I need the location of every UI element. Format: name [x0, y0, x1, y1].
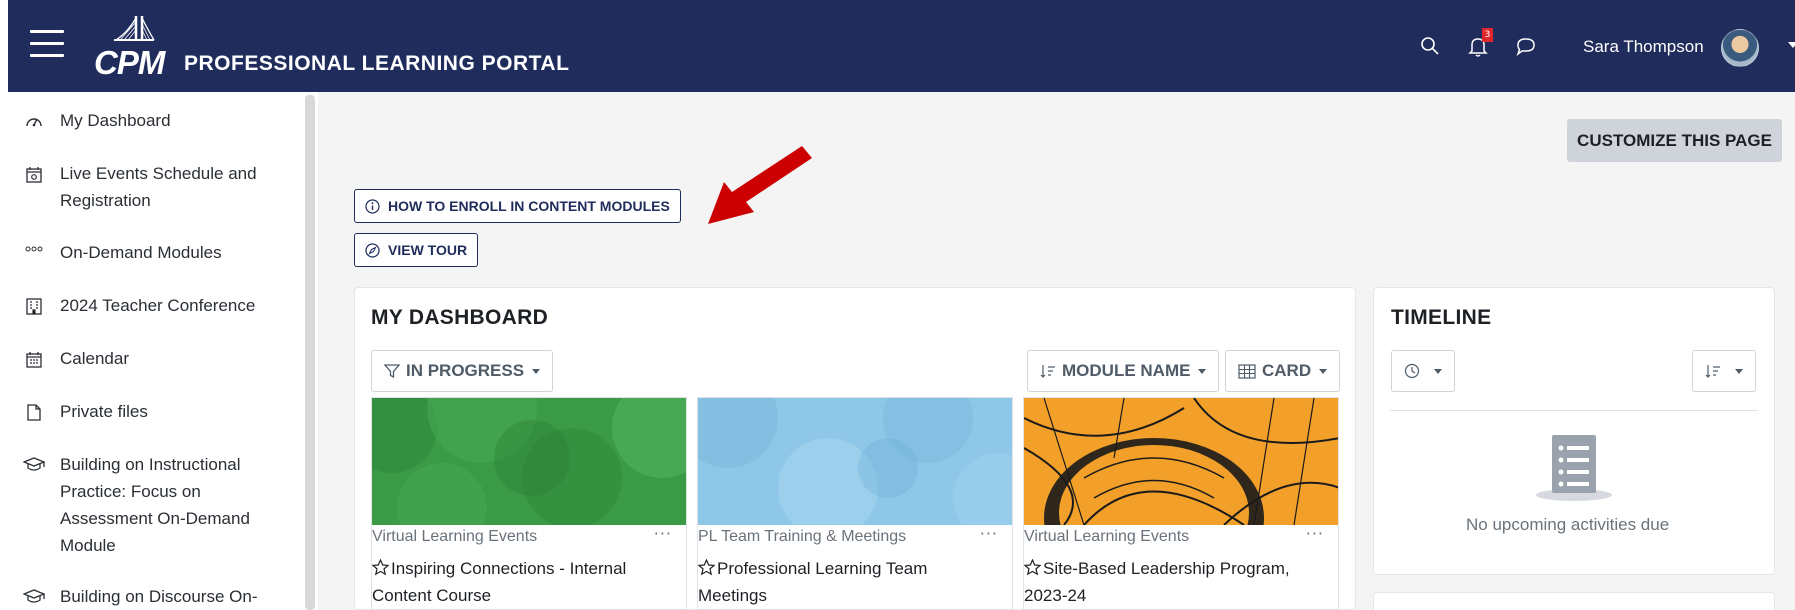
timeline-divider — [1390, 410, 1758, 411]
sort-label: MODULE NAME — [1062, 361, 1191, 380]
sidebar-item-discourse-module[interactable]: Building on Discourse On- — [22, 583, 270, 610]
notification-bell-icon[interactable]: 3 — [1468, 28, 1493, 62]
customize-page-button[interactable]: CUSTOMIZE THIS PAGE — [1567, 119, 1782, 162]
calendar-icon — [22, 351, 46, 368]
gauge-icon — [22, 113, 46, 129]
my-dashboard-title: MY DASHBOARD — [371, 306, 549, 329]
chevron-down-icon — [1319, 368, 1328, 374]
sidebar-item-label: Live Events Schedule and Registration — [60, 164, 257, 210]
course-image — [372, 398, 686, 525]
sort-dropdown[interactable]: MODULE NAME — [1027, 350, 1220, 392]
top-navbar: CPM PROFESSIONAL LEARNING PORTAL 3 Sara … — [8, 0, 1795, 92]
progress-filter-dropdown[interactable]: IN PROGRESS — [371, 350, 554, 392]
course-more-icon[interactable]: ··· — [1306, 524, 1324, 543]
timeline-day-filter-dropdown[interactable] — [1391, 350, 1455, 392]
sidebar-item-label: Building on Instructional Practice: Focu… — [60, 455, 250, 555]
star-icon[interactable] — [698, 559, 715, 576]
filter-label: IN PROGRESS — [406, 361, 525, 380]
sidebar-scrollbar[interactable] — [305, 95, 315, 610]
graduation-cap-icon — [22, 457, 46, 472]
clock-icon — [1404, 363, 1420, 379]
portal-title: PROFESSIONAL LEARNING PORTAL — [184, 52, 570, 75]
cpm-logo[interactable]: CPM — [94, 14, 174, 81]
view-tour-label: VIEW TOUR — [388, 242, 468, 258]
user-name[interactable]: Sara Thompson — [1583, 37, 1704, 57]
sort-icon — [1040, 364, 1056, 378]
sidebar-item-teacher-conference[interactable]: 2024 Teacher Conference — [22, 292, 270, 319]
hamburger-line — [30, 54, 64, 57]
course-image — [1024, 398, 1338, 525]
sidebar-item-label: Private files — [60, 402, 148, 421]
sidebar-item-assessment-module[interactable]: Building on Instructional Practice: Focu… — [22, 451, 270, 559]
star-icon[interactable] — [372, 559, 389, 576]
course-title-link[interactable]: Inspiring Connections - Internal Content… — [372, 555, 672, 609]
course-title-link[interactable]: Site-Based Leadership Program, 2023-24 — [1024, 555, 1324, 609]
course-card[interactable]: Virtual Learning Events ··· Inspiring Co… — [371, 397, 687, 610]
timeline-sort-dropdown[interactable] — [1692, 350, 1756, 392]
star-icon[interactable] — [1024, 559, 1041, 576]
course-title: Inspiring Connections - Internal Content… — [372, 559, 627, 605]
notification-count-badge: 3 — [1482, 28, 1493, 42]
course-category: Virtual Learning Events — [372, 528, 538, 545]
grid-icon — [1238, 363, 1256, 379]
building-icon — [22, 298, 46, 315]
logo-text: CPM — [94, 44, 165, 81]
chevron-down-icon — [1434, 368, 1442, 374]
chevron-down-icon — [532, 368, 541, 374]
sidebar-item-private-files[interactable]: Private files — [22, 398, 270, 425]
course-more-icon[interactable]: ··· — [654, 524, 672, 543]
compass-icon — [365, 242, 380, 258]
empty-list-icon — [1536, 435, 1612, 501]
timeline-title: TIMELINE — [1391, 306, 1492, 329]
filter-icon — [384, 363, 400, 379]
how-to-enroll-label: HOW TO ENROLL IN CONTENT MODULES — [388, 198, 670, 214]
next-block-panel — [1373, 592, 1775, 610]
course-title: Site-Based Leadership Program, 2023-24 — [1024, 559, 1290, 605]
sidebar-item-my-dashboard[interactable]: My Dashboard — [22, 107, 270, 134]
view-label: CARD — [1262, 361, 1312, 380]
how-to-enroll-button[interactable]: HOW TO ENROLL IN CONTENT MODULES — [354, 189, 681, 223]
sidebar-item-label: Calendar — [60, 349, 129, 368]
calendar-gear-icon — [22, 166, 46, 183]
graduation-cap-icon — [22, 589, 46, 604]
bridge-icon — [114, 16, 155, 41]
course-category: PL Team Training & Meetings — [698, 528, 907, 545]
course-more-icon[interactable]: ··· — [980, 524, 998, 543]
course-title-link[interactable]: Professional Learning Team Meetings — [698, 555, 998, 609]
messages-icon[interactable] — [1516, 36, 1536, 60]
chevron-down-icon — [1198, 368, 1207, 374]
course-category: Virtual Learning Events — [1024, 528, 1190, 545]
info-icon — [365, 198, 380, 214]
sidebar-item-calendar[interactable]: Calendar — [22, 345, 270, 372]
sidebar-item-live-events[interactable]: Live Events Schedule and Registration — [22, 160, 270, 214]
sort-icon — [1705, 364, 1721, 378]
view-tour-button[interactable]: VIEW TOUR — [354, 233, 479, 267]
course-card[interactable]: PL Team Training & Meetings ··· Professi… — [697, 397, 1013, 610]
file-icon — [22, 404, 46, 421]
view-mode-dropdown[interactable]: CARD — [1225, 350, 1341, 392]
user-menu-caret-icon[interactable] — [1788, 42, 1795, 48]
menu-toggle-button[interactable] — [30, 30, 64, 60]
sidebar-item-label: On-Demand Modules — [60, 243, 222, 262]
course-title: Professional Learning Team Meetings — [698, 559, 928, 605]
course-image — [698, 398, 1012, 525]
avatar[interactable] — [1721, 29, 1759, 67]
sidebar-item-label: My Dashboard — [60, 111, 171, 130]
hamburger-line — [30, 42, 64, 45]
sidebar-item-label: 2024 Teacher Conference — [60, 296, 256, 315]
timeline-empty-message: No upcoming activities due — [1466, 515, 1670, 534]
search-icon[interactable] — [1420, 36, 1440, 60]
sidebar-item-on-demand-modules[interactable]: On-Demand Modules — [22, 239, 270, 266]
chevron-down-icon — [1735, 368, 1743, 374]
red-arrow-annotation — [708, 146, 812, 224]
course-card[interactable]: Virtual Learning Events ··· Site-Based L… — [1023, 397, 1339, 610]
sidebar-item-label: Building on Discourse On- — [60, 587, 258, 606]
dots-icon — [22, 245, 46, 253]
hamburger-line — [30, 30, 64, 33]
